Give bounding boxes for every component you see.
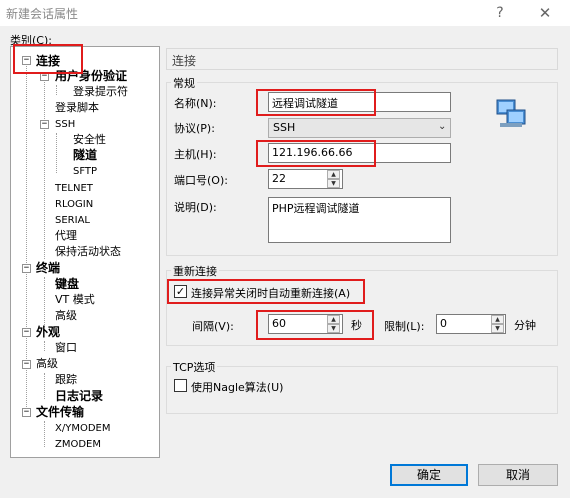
- tree-connector: [44, 77, 45, 259]
- annotation-highlight: [256, 310, 374, 340]
- interval-label: 间隔(V):: [192, 320, 234, 333]
- cancel-button[interactable]: 取消: [478, 464, 558, 486]
- collapse-icon[interactable]: −: [22, 408, 31, 417]
- annotation-highlight: [256, 89, 376, 116]
- tree-item-proxy[interactable]: 代理: [55, 229, 77, 243]
- nagle-label[interactable]: 使用Nagle算法(U): [191, 379, 283, 395]
- chevron-down-icon[interactable]: ⌄: [438, 121, 446, 132]
- tree-item-logging[interactable]: 日志记录: [55, 389, 103, 403]
- tree-item-terminal-advanced[interactable]: 高级: [55, 309, 77, 323]
- tree-connector: [44, 373, 45, 399]
- limit-up-icon[interactable]: ▲: [491, 315, 504, 324]
- tree-item-login-script[interactable]: 登录脚本: [55, 101, 99, 115]
- nagle-checkbox[interactable]: [174, 379, 187, 392]
- network-icon: [494, 97, 528, 131]
- port-up-icon[interactable]: ▲: [327, 170, 340, 179]
- tree-item-login-prompt[interactable]: 登录提示符: [73, 85, 128, 99]
- tree-item-ssh[interactable]: SSH: [55, 118, 75, 132]
- title-bar: [0, 0, 570, 26]
- limit-down-icon[interactable]: ▼: [491, 324, 504, 333]
- tree-item-zmodem[interactable]: ZMODEM: [55, 438, 101, 452]
- tree-item-rlogin[interactable]: RLOGIN: [55, 198, 93, 212]
- tree-item-xymodem[interactable]: X/YMODEM: [55, 422, 110, 436]
- tree-connector: [56, 85, 57, 95]
- tree-connector: [56, 133, 57, 173]
- tree-item-terminal[interactable]: 终端: [36, 261, 60, 275]
- tree-item-vt-mode[interactable]: VT 模式: [55, 293, 95, 307]
- tree-item-tunnel[interactable]: 隧道: [73, 148, 97, 162]
- description-label: 说明(D):: [174, 201, 217, 214]
- host-label: 主机(H):: [174, 148, 217, 161]
- annotation-highlight: [13, 44, 83, 74]
- general-group-title: 常规: [171, 75, 197, 91]
- limit-unit: 分钟: [514, 319, 536, 332]
- ok-button[interactable]: 确定: [390, 464, 468, 486]
- protocol-value: SSH: [273, 121, 296, 134]
- tree-item-file-transfer[interactable]: 文件传输: [36, 405, 84, 419]
- tree-item-serial[interactable]: SERIAL: [55, 214, 90, 228]
- reconnect-group-title: 重新连接: [171, 263, 219, 279]
- tree-item-security[interactable]: 安全性: [73, 133, 106, 147]
- collapse-icon[interactable]: −: [22, 264, 31, 273]
- tree-item-window[interactable]: 窗口: [55, 341, 77, 355]
- close-button[interactable]: ✕: [532, 3, 558, 23]
- section-header: [166, 48, 558, 70]
- port-down-icon[interactable]: ▼: [327, 179, 340, 188]
- window-title: 新建会话属性: [6, 7, 79, 21]
- tcp-group-title: TCP选项: [171, 359, 218, 375]
- description-field[interactable]: PHP远程调试隧道: [268, 197, 451, 243]
- collapse-icon[interactable]: −: [22, 360, 31, 369]
- tree-connector: [44, 341, 45, 351]
- protocol-label: 协议(P):: [174, 122, 215, 135]
- tree-item-advanced[interactable]: 高级: [36, 357, 58, 371]
- tree-item-appearance[interactable]: 外观: [36, 325, 60, 339]
- tree-item-keyboard[interactable]: 键盘: [55, 277, 79, 291]
- port-label: 端口号(O):: [174, 174, 228, 187]
- category-tree[interactable]: − 连接 − 用户身份验证 登录提示符 登录脚本 − SSH 安全性 隧道 SF…: [10, 46, 160, 458]
- annotation-highlight: [256, 140, 376, 167]
- tree-item-keepalive[interactable]: 保持活动状态: [55, 245, 121, 259]
- name-label: 名称(N):: [174, 97, 217, 110]
- tree-connector: [44, 421, 45, 447]
- tree-item-telnet[interactable]: TELNET: [55, 182, 93, 196]
- annotation-highlight: [167, 279, 365, 304]
- tree-connector: [44, 277, 45, 327]
- collapse-icon[interactable]: −: [40, 120, 49, 129]
- tree-item-trace[interactable]: 跟踪: [55, 373, 77, 387]
- section-title: 连接: [172, 54, 197, 68]
- collapse-icon[interactable]: −: [22, 328, 31, 337]
- tree-item-sftp[interactable]: SFTP: [73, 165, 97, 179]
- protocol-select[interactable]: SSH: [268, 118, 451, 138]
- help-button[interactable]: ?: [488, 3, 512, 23]
- limit-label: 限制(L):: [384, 320, 425, 333]
